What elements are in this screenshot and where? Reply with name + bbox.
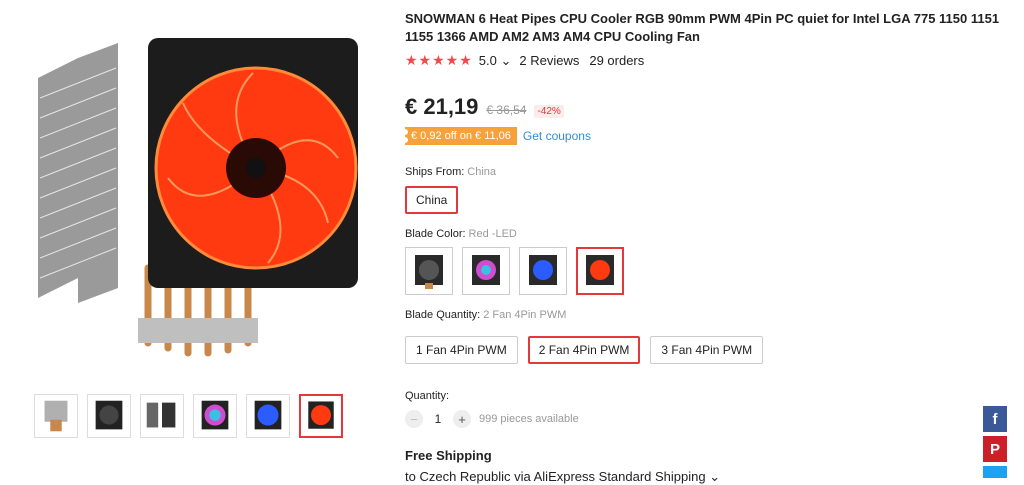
product-title: SNOWMAN 6 Heat Pipes CPU Cooler RGB 90mm… <box>405 11 1000 44</box>
blade-quantity-value: 2 Fan 4Pin PWM <box>483 309 567 321</box>
rating-value: 5.0 <box>478 52 497 68</box>
get-coupons-link[interactable]: Get coupons <box>523 129 591 143</box>
shipping-method-selector[interactable]: to Czech Republic via AliExpress Standar… <box>405 469 1005 485</box>
coupon-row: € 0,92 off on € 11,06 Get coupons <box>402 127 1005 145</box>
thumbnail-3[interactable] <box>140 394 184 438</box>
current-price: € 21,19 <box>405 94 479 119</box>
blade-quantity-options: 1 Fan 4Pin PWM 2 Fan 4Pin PWM 3 Fan 4Pin… <box>405 328 1005 364</box>
quantity-label: Quantity: <box>405 390 450 402</box>
quantity-decrease-button[interactable]: − <box>405 410 423 428</box>
thumbnail-strip <box>34 394 343 438</box>
original-price: € 36,54 <box>486 103 527 117</box>
blade-option-1-fan[interactable]: 1 Fan 4Pin PWM <box>405 336 518 364</box>
star-rating-icons: ★★★★★ <box>405 52 473 68</box>
chevron-down-icon: ⌄ <box>500 52 512 68</box>
blade-quantity-label: Blade Quantity: 2 Fan 4Pin PWM <box>405 309 1005 321</box>
pinterest-share-button[interactable]: P <box>983 436 1007 462</box>
facebook-share-button[interactable]: f <box>983 406 1007 432</box>
pinterest-icon: P <box>989 440 1000 458</box>
quantity-stepper: − 1 + 999 pieces available <box>405 410 1005 428</box>
thumbnail-4[interactable] <box>193 394 237 438</box>
blade-option-2-fan[interactable]: 2 Fan 4Pin PWM <box>527 336 641 364</box>
blade-color-label: Blade Color: Red -LED <box>405 228 1005 240</box>
thumbnail-2[interactable] <box>87 394 131 438</box>
shipping-title: Free Shipping <box>405 448 492 463</box>
thumbnail-6[interactable] <box>299 394 343 438</box>
color-option-rgb[interactable] <box>462 247 510 295</box>
rating-row: ★★★★★ 5.0 ⌄ 2 Reviews 29 orders <box>405 52 1005 69</box>
facebook-icon: f <box>992 410 998 428</box>
thumbnail-1[interactable] <box>34 394 78 438</box>
quantity-increase-button[interactable]: + <box>453 410 471 428</box>
product-details: SNOWMAN 6 Heat Pipes CPU Cooler RGB 90mm… <box>402 10 1005 485</box>
twitter-share-button[interactable] <box>983 466 1007 478</box>
social-share-bar: f P <box>983 406 1007 478</box>
discount-badge: -42% <box>534 105 564 118</box>
price-row: € 21,19 € 36,54 -42% <box>405 94 1005 120</box>
color-option-black[interactable] <box>405 247 453 295</box>
blade-color-title: Blade Color: <box>405 228 466 240</box>
availability-text: 999 pieces available <box>479 413 579 425</box>
main-product-image[interactable] <box>18 18 370 370</box>
coupon-tag[interactable]: € 0,92 off on € 11,06 <box>402 127 517 145</box>
rating-score[interactable]: 5.0 ⌄ <box>479 53 512 69</box>
color-option-red[interactable] <box>576 247 624 295</box>
color-option-blue[interactable] <box>519 247 567 295</box>
ships-from-label: Ships From: China <box>405 166 1005 178</box>
blade-quantity-title: Blade Quantity: <box>405 309 481 321</box>
ships-from-option-china[interactable]: China <box>405 186 459 214</box>
ships-from-title: Ships From: <box>405 166 465 178</box>
orders-count: 29 orders <box>589 53 645 68</box>
thumbnail-5[interactable] <box>246 394 290 438</box>
reviews-link[interactable]: 2 Reviews <box>519 53 579 68</box>
blade-color-options <box>405 247 1005 295</box>
quantity-input[interactable]: 1 <box>423 412 453 426</box>
blade-color-value: Red -LED <box>468 228 517 240</box>
ships-from-value: China <box>467 166 497 178</box>
blade-option-3-fan[interactable]: 3 Fan 4Pin PWM <box>650 336 764 364</box>
